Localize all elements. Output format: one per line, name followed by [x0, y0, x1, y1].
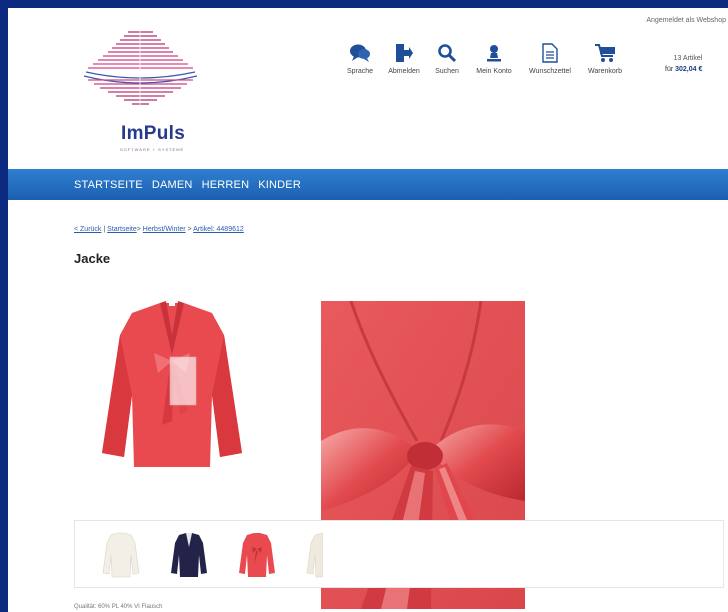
- thumbnail-white[interactable]: [99, 531, 143, 584]
- product-main-image[interactable]: [92, 295, 252, 475]
- nav-item-kinder[interactable]: KINDER: [258, 179, 301, 191]
- breadcrumb-home-link[interactable]: Startseite: [107, 226, 137, 233]
- logout-icon: [395, 40, 413, 66]
- cart-icon: [594, 40, 616, 66]
- cart-total: 302,04 €: [675, 66, 703, 73]
- tool-label-language: Sprache: [346, 68, 374, 75]
- speech-bubble-icon: [349, 40, 371, 66]
- breadcrumb: < Zurück | Startseite> Herbst/Winter > A…: [74, 226, 244, 233]
- logo-subtext: SOFTWARE + SYSTEME: [120, 147, 185, 152]
- search-button[interactable]: Suchen: [427, 40, 467, 75]
- logout-button[interactable]: Abmelden: [381, 40, 427, 75]
- main-navigation: STARTSEITE DAMEN HERREN KINDER: [8, 169, 728, 200]
- thumbnail-cream[interactable]: [303, 531, 324, 584]
- nav-item-herren[interactable]: HERREN: [202, 179, 250, 191]
- wishlist-button[interactable]: Wunschzettel: [521, 40, 579, 75]
- tool-label-account: Mein Konto: [476, 68, 512, 75]
- cart-total-prefix: für: [665, 66, 674, 73]
- nav-item-startseite[interactable]: STARTSEITE: [74, 179, 143, 191]
- tool-label-search: Suchen: [435, 68, 459, 75]
- thumbnail-navy[interactable]: [167, 531, 211, 584]
- header-toolbar: Sprache Abmelden Suchen Mein Konto Wunsc…: [339, 40, 631, 75]
- document-icon: [542, 40, 558, 66]
- login-status: Angemeldet als Webshop: [646, 17, 726, 24]
- cart-summary[interactable]: 13 Artikel für 302,04 €: [665, 53, 702, 75]
- cart-button[interactable]: Warenkorb: [579, 40, 631, 75]
- user-icon: [486, 40, 502, 66]
- breadcrumb-article-link[interactable]: Artikel: 4489612: [193, 226, 244, 233]
- thumbnail-red[interactable]: [235, 531, 279, 584]
- language-button[interactable]: Sprache: [339, 40, 381, 75]
- my-account-button[interactable]: Mein Konto: [467, 40, 521, 75]
- tool-label-logout: Abmelden: [388, 68, 420, 75]
- logo-graphic-icon: [83, 26, 198, 114]
- breadcrumb-category-link[interactable]: Herbst/Winter: [143, 226, 186, 233]
- product-title: Jacke: [74, 251, 111, 266]
- search-icon: [437, 40, 457, 66]
- tool-label-wishlist: Wunschzettel: [529, 68, 571, 75]
- product-quality: Qualität: 60% PL 40% VI Flausch: [74, 604, 163, 610]
- tool-label-cart: Warenkorb: [588, 68, 622, 75]
- breadcrumb-back-link[interactable]: < Zurück: [74, 226, 101, 233]
- page: ImPuls SOFTWARE + SYSTEME Angemeldet als…: [8, 8, 728, 612]
- nav-item-damen[interactable]: DAMEN: [152, 179, 193, 191]
- logo-text: ImPuls: [121, 123, 186, 144]
- product-thumbnails: [74, 520, 724, 588]
- cart-count: 13 Artikel: [673, 55, 703, 62]
